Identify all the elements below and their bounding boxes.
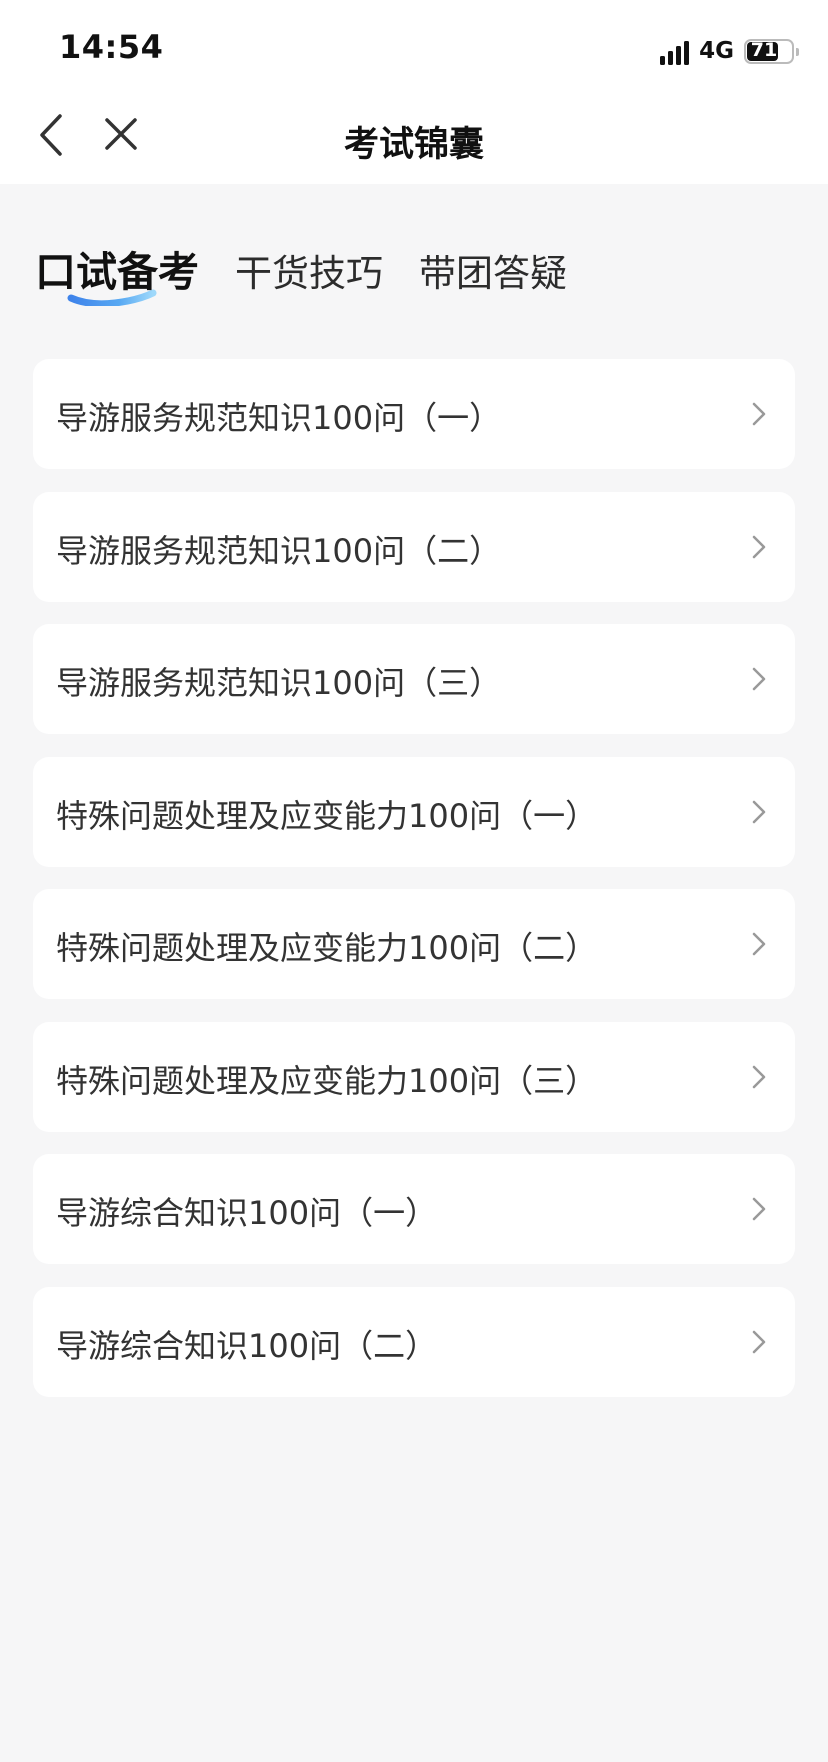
chevron-right-icon: [752, 1065, 766, 1088]
list-item-label: 特殊问题处理及应变能力100问（三）: [56, 1061, 598, 1100]
chevron-right-icon: [752, 1330, 766, 1353]
list-item[interactable]: 导游服务规范知识100问（二）: [33, 491, 795, 602]
list-item-label: 特殊问题处理及应变能力100问（一）: [56, 796, 598, 835]
list-item[interactable]: 特殊问题处理及应变能力100问（三）: [33, 1021, 795, 1132]
tab-label: 口试备考: [35, 248, 199, 296]
list-item[interactable]: 导游综合知识100问（二）: [33, 1286, 795, 1397]
tab-bar: 口试备考 干货技巧 带团答疑: [35, 238, 603, 306]
tab-tour-qa[interactable]: 带团答疑: [419, 243, 567, 297]
status-indicators: 4G 71: [660, 33, 799, 69]
chevron-right-icon: [752, 402, 766, 426]
battery-level-text: 71: [750, 38, 778, 61]
battery-icon: 71: [744, 38, 799, 64]
chevron-right-icon: [752, 1197, 766, 1221]
chevron-right-icon: [752, 800, 766, 823]
list-item-label: 导游综合知识100问（一）: [56, 1194, 438, 1232]
top-bar: 14:54 4G 71 考试锦囊: [0, 0, 828, 184]
chevron-right-icon: [752, 667, 766, 691]
list-item[interactable]: 导游综合知识100问（一）: [33, 1154, 795, 1264]
tab-label: 带团答疑: [419, 252, 567, 295]
list-item-label: 导游服务规范知识100问（三）: [56, 664, 502, 702]
list-item[interactable]: 导游服务规范知识100问（一）: [33, 359, 795, 469]
chevron-right-icon: [752, 535, 766, 558]
list-item-label: 导游服务规范知识100问（二）: [56, 531, 502, 570]
question-list: 导游服务规范知识100问（一） 导游服务规范知识100问（二） 导游服务规范知识…: [33, 359, 795, 1419]
page-title: 考试锦囊: [343, 125, 484, 165]
list-item-label: 特殊问题处理及应变能力100问（二）: [56, 929, 598, 967]
tab-practical-tips[interactable]: 干货技巧: [235, 243, 383, 297]
chevron-right-icon: [752, 932, 766, 956]
list-item[interactable]: 特殊问题处理及应变能力100问（二）: [33, 889, 795, 999]
network-type: 4G: [699, 38, 734, 64]
list-item-label: 导游服务规范知识100问（一）: [56, 399, 502, 437]
signal-icon: [660, 37, 690, 65]
list-item-label: 导游综合知识100问（二）: [56, 1326, 438, 1365]
battery-tip: [796, 47, 799, 56]
tab-oral-exam-prep[interactable]: 口试备考: [35, 238, 199, 306]
tab-label: 干货技巧: [235, 252, 383, 295]
list-item[interactable]: 特殊问题处理及应变能力100问（一）: [33, 756, 795, 867]
status-time: 14:54: [59, 28, 164, 66]
list-item[interactable]: 导游服务规范知识100问（三）: [33, 624, 795, 734]
